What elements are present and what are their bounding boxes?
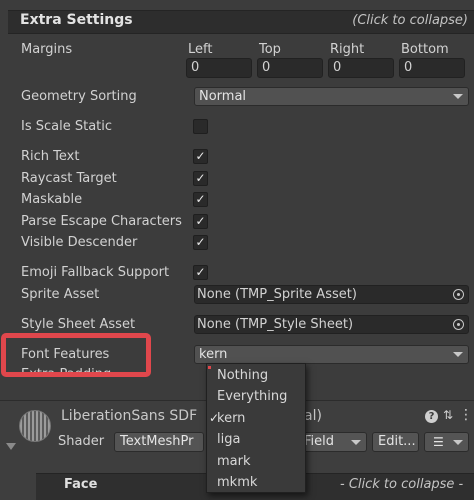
margin-right-label: Right	[330, 42, 365, 57]
raycast-target-label: Raycast Target	[21, 171, 117, 186]
settings-icon[interactable]: ⋮	[459, 407, 473, 423]
chevron-down-icon	[453, 352, 463, 357]
options-menu-button[interactable]: ☰	[424, 432, 469, 452]
parse-escape-characters-label: Parse Escape Characters	[21, 214, 182, 229]
menu-item-kern[interactable]: kern	[217, 411, 245, 426]
material-name: LiberationSans SDF	[61, 408, 198, 424]
raycast-target-checkbox[interactable]: ✓	[193, 171, 208, 186]
sprite-asset-value: None (TMP_Sprite Asset)	[197, 287, 357, 302]
shader-dropdown[interactable]: TextMeshPr	[114, 432, 204, 452]
shader-value-tail: Field	[304, 434, 335, 449]
margin-left-label: Left	[188, 42, 213, 57]
emoji-fallback-label: Emoji Fallback Support	[21, 265, 170, 280]
margin-bottom-label: Bottom	[401, 42, 449, 57]
object-picker-icon[interactable]	[453, 319, 464, 330]
margins-label: Margins	[21, 42, 73, 57]
sprite-asset-label: Sprite Asset	[21, 287, 100, 302]
geometry-sorting-label: Geometry Sorting	[21, 89, 137, 104]
menu-item-everything[interactable]: Everything	[217, 389, 287, 404]
is-scale-static-label: Is Scale Static	[21, 119, 113, 134]
style-sheet-asset-label: Style Sheet Asset	[21, 317, 136, 332]
margin-top-field[interactable]: 0	[257, 58, 323, 78]
font-features-value: kern	[199, 347, 228, 362]
style-sheet-asset-value: None (TMP_Style Sheet)	[197, 317, 354, 332]
collapse-hint[interactable]: (Click to collapse)	[352, 13, 468, 28]
chevron-down-icon	[453, 94, 463, 99]
margin-top-label: Top	[259, 42, 281, 57]
emoji-fallback-checkbox[interactable]: ✓	[193, 265, 208, 280]
parse-escape-characters-checkbox[interactable]: ✓	[193, 214, 208, 229]
font-features-menu: Nothing Everything ✓ kern liga mark mkmk	[206, 363, 306, 493]
font-features-dropdown[interactable]: kern	[194, 345, 469, 364]
chevron-down-icon	[351, 440, 361, 445]
style-sheet-asset-field[interactable]: None (TMP_Style Sheet)	[194, 315, 469, 334]
margin-right-field[interactable]: 0	[328, 58, 394, 78]
rich-text-label: Rich Text	[21, 149, 80, 164]
face-collapse-hint[interactable]: - Click to collapse -	[340, 477, 463, 492]
highlight-box	[1, 333, 151, 377]
margin-left-field[interactable]: 0	[186, 58, 252, 78]
maskable-checkbox[interactable]: ✓	[193, 192, 208, 207]
material-name-suffix: al)	[304, 408, 322, 424]
chevron-down-icon	[453, 440, 463, 445]
menu-marker	[208, 366, 211, 369]
extra-settings-title: Extra Settings	[20, 12, 133, 28]
help-icon[interactable]: ?	[425, 410, 438, 423]
margin-bottom-field[interactable]: 0	[399, 58, 465, 78]
menu-item-nothing[interactable]: Nothing	[217, 368, 268, 383]
geometry-sorting-dropdown[interactable]: Normal	[194, 87, 469, 106]
geometry-sorting-value: Normal	[199, 89, 247, 104]
foldout-arrow-icon[interactable]	[6, 443, 16, 450]
visible-descender-label: Visible Descender	[21, 235, 138, 250]
visible-descender-checkbox[interactable]: ✓	[193, 235, 208, 250]
font-asset-icon	[19, 410, 51, 442]
shader-label: Shader	[58, 434, 105, 449]
menu-item-mark[interactable]: mark	[217, 454, 251, 469]
is-scale-static-checkbox[interactable]	[193, 119, 208, 134]
edit-shader-button[interactable]: Edit...	[372, 432, 419, 452]
face-title: Face	[64, 477, 98, 492]
object-picker-icon[interactable]	[453, 289, 464, 300]
rich-text-checkbox[interactable]: ✓	[193, 149, 208, 164]
preset-icon[interactable]: ⇅	[443, 408, 453, 422]
sprite-asset-field[interactable]: None (TMP_Sprite Asset)	[194, 285, 469, 304]
list-icon: ☰	[433, 435, 444, 449]
menu-item-liga[interactable]: liga	[217, 432, 240, 447]
maskable-label: Maskable	[21, 192, 83, 207]
menu-item-mkmk[interactable]: mkmk	[217, 475, 257, 490]
shader-dropdown-tail[interactable]: Field	[300, 432, 367, 452]
